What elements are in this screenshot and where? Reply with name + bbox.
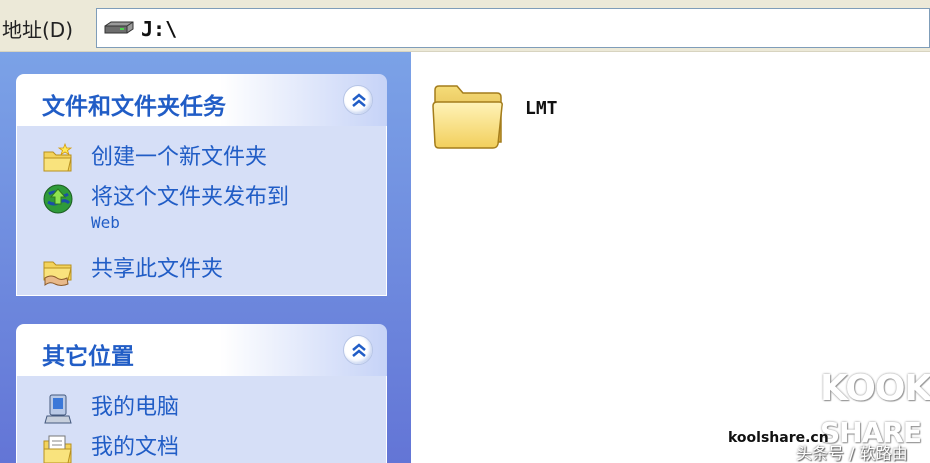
task-publish-web-label-line2: Web [91,213,120,232]
folder-icon [432,85,503,149]
collapse-other-places-button[interactable] [343,335,373,365]
file-tasks-body: 创建一个新文件夹 将这个文件夹发布到 Web 共享此文件夹 [16,126,387,296]
share-folder-icon [41,254,75,288]
file-tasks-panel: 文件和文件夹任务 创建一个新文件夹 将这个文件夹发布到 Web 共享此文件夹 [16,74,387,296]
my-computer-icon [41,392,75,426]
task-pane: 文件和文件夹任务 创建一个新文件夹 将这个文件夹发布到 Web 共享此文件夹 其… [0,52,411,463]
task-publish-web-label: 将这个文件夹发布到 [91,185,290,210]
publish-web-icon [41,182,75,216]
place-my-computer[interactable]: 我的电脑 [41,390,381,430]
other-places-body: 我的电脑 我的文档 [16,376,387,463]
task-new-folder[interactable]: 创建一个新文件夹 [41,140,381,180]
place-my-computer-label: 我的电脑 [91,395,180,420]
chevron-up-icon [352,93,366,107]
task-new-folder-label: 创建一个新文件夹 [91,145,268,170]
address-path: J:\ [141,17,178,41]
collapse-file-tasks-button[interactable] [343,85,373,115]
file-tasks-title: 文件和文件夹任务 [42,94,226,120]
drive-icon [103,21,135,37]
other-places-panel: 其它位置 我的电脑 我的文档 [16,324,387,463]
other-places-title: 其它位置 [42,344,134,370]
new-folder-icon [41,142,75,176]
watermark-logo-top: KOOK [820,368,930,409]
address-label: 地址(D) [2,18,74,42]
watermark: KOOK SHARE koolshare.cn 头条号 / 软路由 [724,360,930,463]
chevron-up-icon [352,343,366,357]
place-my-documents-label: 我的文档 [91,435,180,460]
address-input[interactable]: J:\ [96,8,930,48]
file-tasks-header[interactable]: 文件和文件夹任务 [16,74,387,126]
task-publish-web[interactable]: 将这个文件夹发布到 Web [41,180,381,240]
watermark-sub: 头条号 / 软路由 [796,444,908,463]
folder-name: LMT [525,98,558,119]
place-my-documents[interactable]: 我的文档 [41,430,381,463]
task-share-folder-label: 共享此文件夹 [91,257,224,282]
my-documents-icon [41,432,75,463]
folder-item[interactable]: LMT [431,76,581,156]
other-places-header[interactable]: 其它位置 [16,324,387,376]
task-share-folder[interactable]: 共享此文件夹 [41,252,381,292]
address-bar: 地址(D) J:\ [0,0,930,52]
